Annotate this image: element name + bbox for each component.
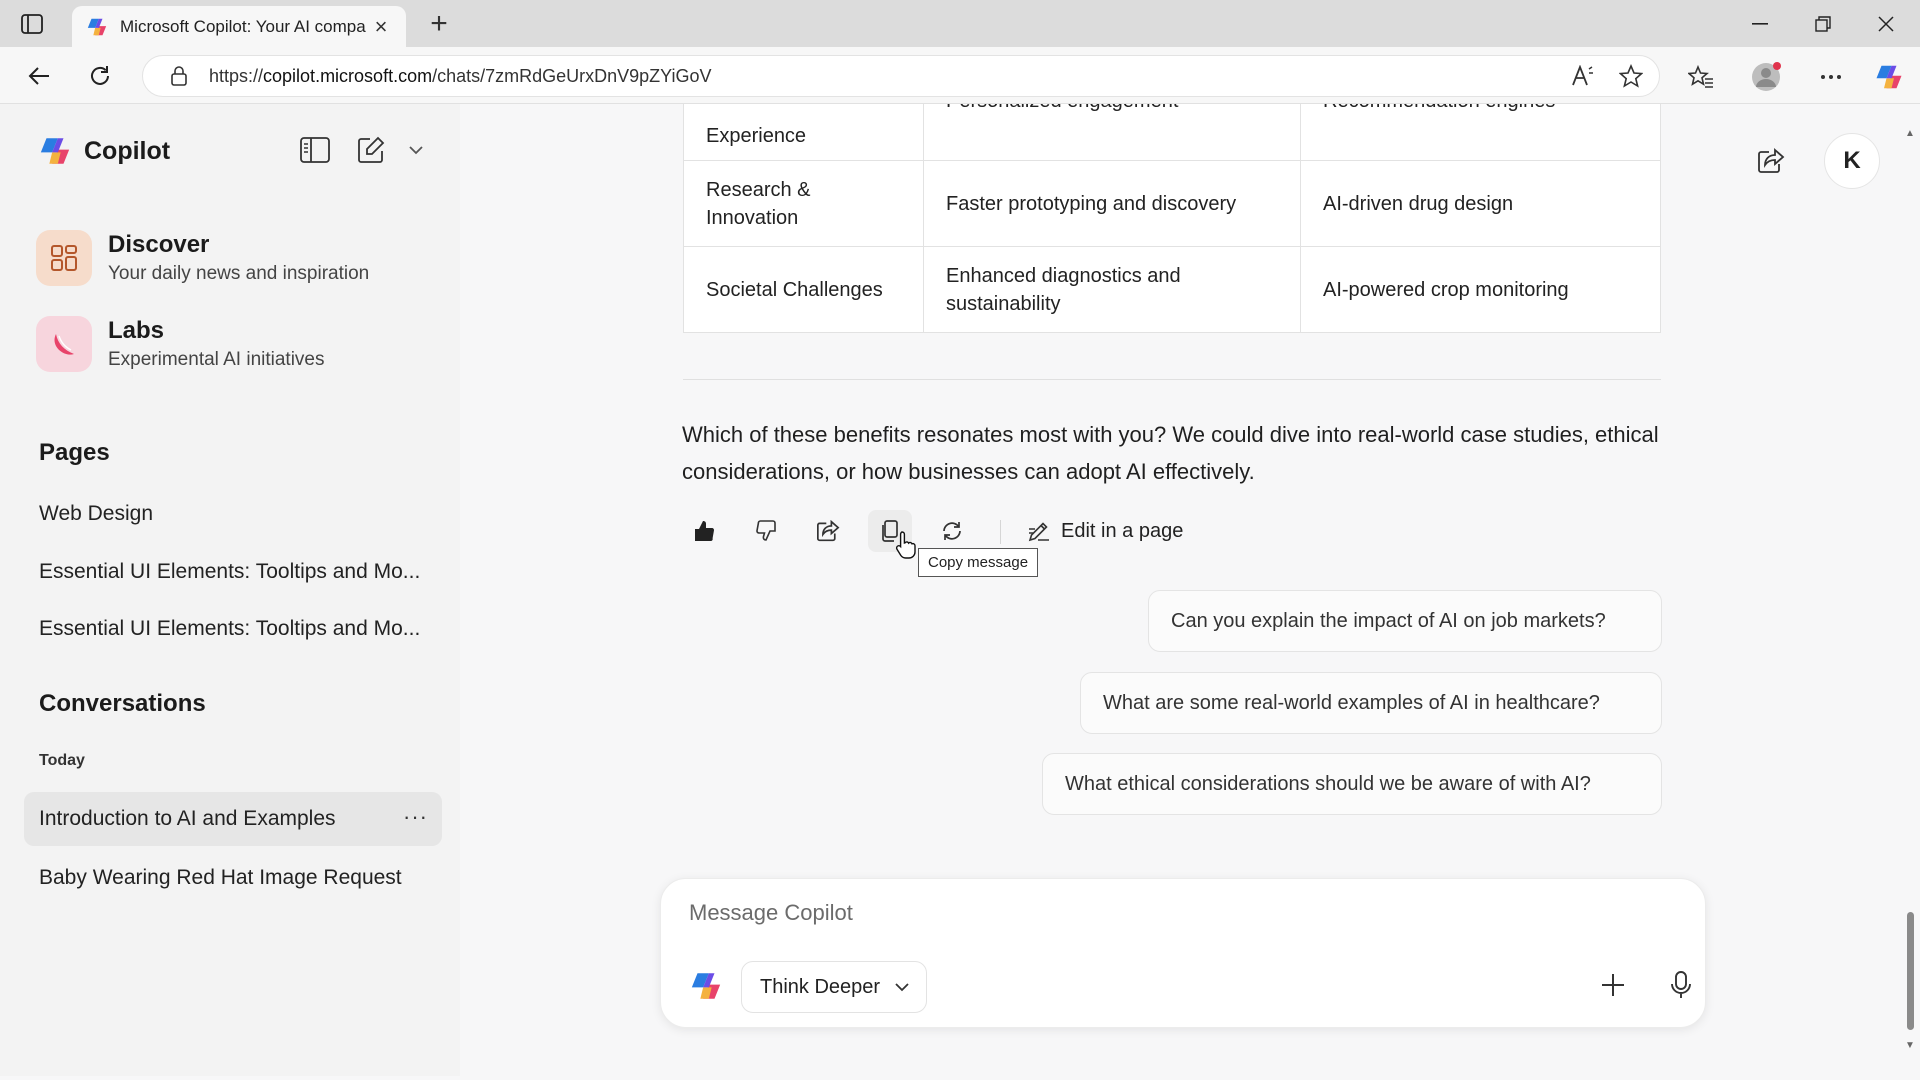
conversation-item[interactable]: Baby Wearing Red Hat Image Request — [39, 866, 439, 890]
discover-icon — [36, 230, 92, 286]
thumbs-up-icon[interactable] — [682, 510, 726, 552]
message-composer: Think Deeper — [660, 878, 1706, 1028]
favorite-star-icon[interactable] — [1611, 56, 1651, 96]
table-cell: Experience — [683, 104, 924, 161]
favorites-icon[interactable] — [1681, 57, 1721, 97]
table-cell: Research & Innovation — [683, 160, 924, 247]
browser-tab-bar: Microsoft Copilot: Your AI compa × + — [0, 0, 1920, 47]
message-input[interactable] — [689, 897, 1649, 929]
chat-main: K Experience Personalized engagement Rec… — [460, 104, 1920, 1076]
scroll-up-icon[interactable]: ▲ — [1903, 126, 1917, 140]
labs-subtitle: Experimental AI initiatives — [108, 349, 325, 370]
tab-actions-icon[interactable] — [14, 10, 50, 38]
table-row: Experience Personalized engagement Recom… — [683, 104, 1661, 161]
new-tab-icon[interactable]: + — [422, 7, 456, 40]
divider — [683, 379, 1661, 380]
share-conversation-icon[interactable] — [1750, 140, 1792, 182]
pages-heading: Pages — [39, 439, 110, 466]
suggestion-chip[interactable]: Can you explain the impact of AI on job … — [1148, 590, 1662, 652]
think-deeper-dropdown[interactable]: Think Deeper — [741, 961, 927, 1013]
labs-title: Labs — [108, 317, 165, 344]
conversation-item-active[interactable]: Introduction to AI and Examples ··· — [24, 792, 442, 846]
page-item[interactable]: Web Design — [39, 502, 439, 526]
tab-close-icon[interactable]: × — [368, 14, 394, 40]
microphone-icon[interactable] — [1659, 963, 1703, 1007]
copilot-favicon-icon — [87, 18, 107, 35]
table-cell: Personalized engagement — [923, 104, 1301, 161]
read-aloud-icon[interactable] — [1563, 56, 1603, 96]
edit-page-icon — [1028, 522, 1049, 542]
table-cell: Societal Challenges — [683, 246, 924, 333]
copilot-toolbar-icon[interactable] — [1869, 57, 1909, 97]
table-cell: AI-driven drug design — [1300, 160, 1661, 247]
copilot-logo-icon — [40, 138, 70, 164]
brand-name: Copilot — [84, 136, 171, 165]
table-row: Research & Innovation Faster prototyping… — [683, 160, 1661, 247]
copy-message-tooltip: Copy message — [918, 548, 1039, 577]
chevron-down-icon[interactable] — [396, 130, 436, 170]
actions-separator — [1000, 520, 1001, 544]
brand[interactable]: Copilot — [38, 134, 170, 168]
profile-icon[interactable] — [1746, 57, 1786, 97]
suggestion-chip[interactable]: What are some real-world examples of AI … — [1080, 672, 1662, 734]
discover-title: Discover — [108, 231, 210, 258]
conversations-heading: Conversations — [39, 690, 206, 717]
add-attachment-icon[interactable] — [1591, 963, 1635, 1007]
url-bar[interactable]: https://copilot.microsoft.com/chats/7zmR… — [142, 55, 1660, 97]
table-cell: Recommendation engines — [1300, 104, 1661, 161]
avatar[interactable]: K — [1824, 133, 1880, 189]
edit-in-page-button[interactable]: Edit in a page — [1027, 510, 1183, 552]
toggle-sidebar-icon[interactable] — [295, 130, 335, 170]
scrollbar[interactable]: ▲ ▼ — [1900, 104, 1920, 1076]
tab-title: Microsoft Copilot: Your AI compa — [120, 16, 366, 36]
copilot-composer-icon[interactable] — [689, 969, 723, 1003]
share-message-icon[interactable] — [806, 510, 850, 552]
message-actions: Edit in a page — [682, 510, 1282, 552]
more-options-icon[interactable] — [1811, 57, 1851, 97]
page-item[interactable]: Essential UI Elements: Tooltips and Mo..… — [39, 560, 439, 584]
back-icon[interactable] — [20, 57, 58, 95]
assistant-message: Which of these benefits resonates most w… — [682, 422, 1659, 484]
sidebar-item-discover[interactable]: Discover Your daily news and inspiration — [36, 230, 369, 286]
browser-tab[interactable]: Microsoft Copilot: Your AI compa × — [72, 6, 406, 47]
page-item[interactable]: Essential UI Elements: Tooltips and Mo..… — [39, 617, 439, 641]
lock-icon[interactable] — [167, 64, 191, 88]
hand-cursor-icon — [895, 531, 916, 559]
minimize-icon[interactable] — [1730, 4, 1790, 44]
sidebar: Copilot Discover Your daily news and ins… — [0, 104, 460, 1076]
table-row: Societal Challenges Enhanced diagnostics… — [683, 246, 1661, 333]
conversation-more-icon[interactable]: ··· — [403, 804, 428, 830]
table-cell: AI-powered crop monitoring — [1300, 246, 1661, 333]
benefits-table: Experience Personalized engagement Recom… — [683, 104, 1661, 333]
table-cell: Enhanced diagnostics and sustainability — [923, 246, 1301, 333]
labs-icon — [36, 316, 92, 372]
thumbs-down-icon[interactable] — [744, 510, 788, 552]
discover-subtitle: Your daily news and inspiration — [108, 263, 370, 284]
sidebar-item-labs[interactable]: Labs Experimental AI initiatives — [36, 316, 325, 372]
scroll-thumb[interactable] — [1907, 912, 1914, 1030]
url-text[interactable]: https://copilot.microsoft.com/chats/7zmR… — [209, 66, 1563, 87]
suggestion-chip[interactable]: What ethical considerations should we be… — [1042, 753, 1662, 815]
edit-in-page-label: Edit in a page — [1061, 519, 1184, 542]
conversation-title: Introduction to AI and Examples — [39, 807, 336, 830]
address-bar-row: https://copilot.microsoft.com/chats/7zmR… — [0, 47, 1920, 104]
chevron-down-icon — [895, 983, 909, 992]
table-cell: Faster prototyping and discovery — [923, 160, 1301, 247]
scroll-down-icon[interactable]: ▼ — [1903, 1038, 1917, 1052]
refresh-icon[interactable] — [81, 57, 119, 95]
think-deeper-label: Think Deeper — [760, 975, 881, 998]
today-label: Today — [39, 752, 85, 769]
close-window-icon[interactable] — [1856, 4, 1916, 44]
restore-icon[interactable] — [1793, 4, 1853, 44]
new-chat-icon[interactable] — [351, 130, 391, 170]
regenerate-icon[interactable] — [930, 510, 974, 552]
